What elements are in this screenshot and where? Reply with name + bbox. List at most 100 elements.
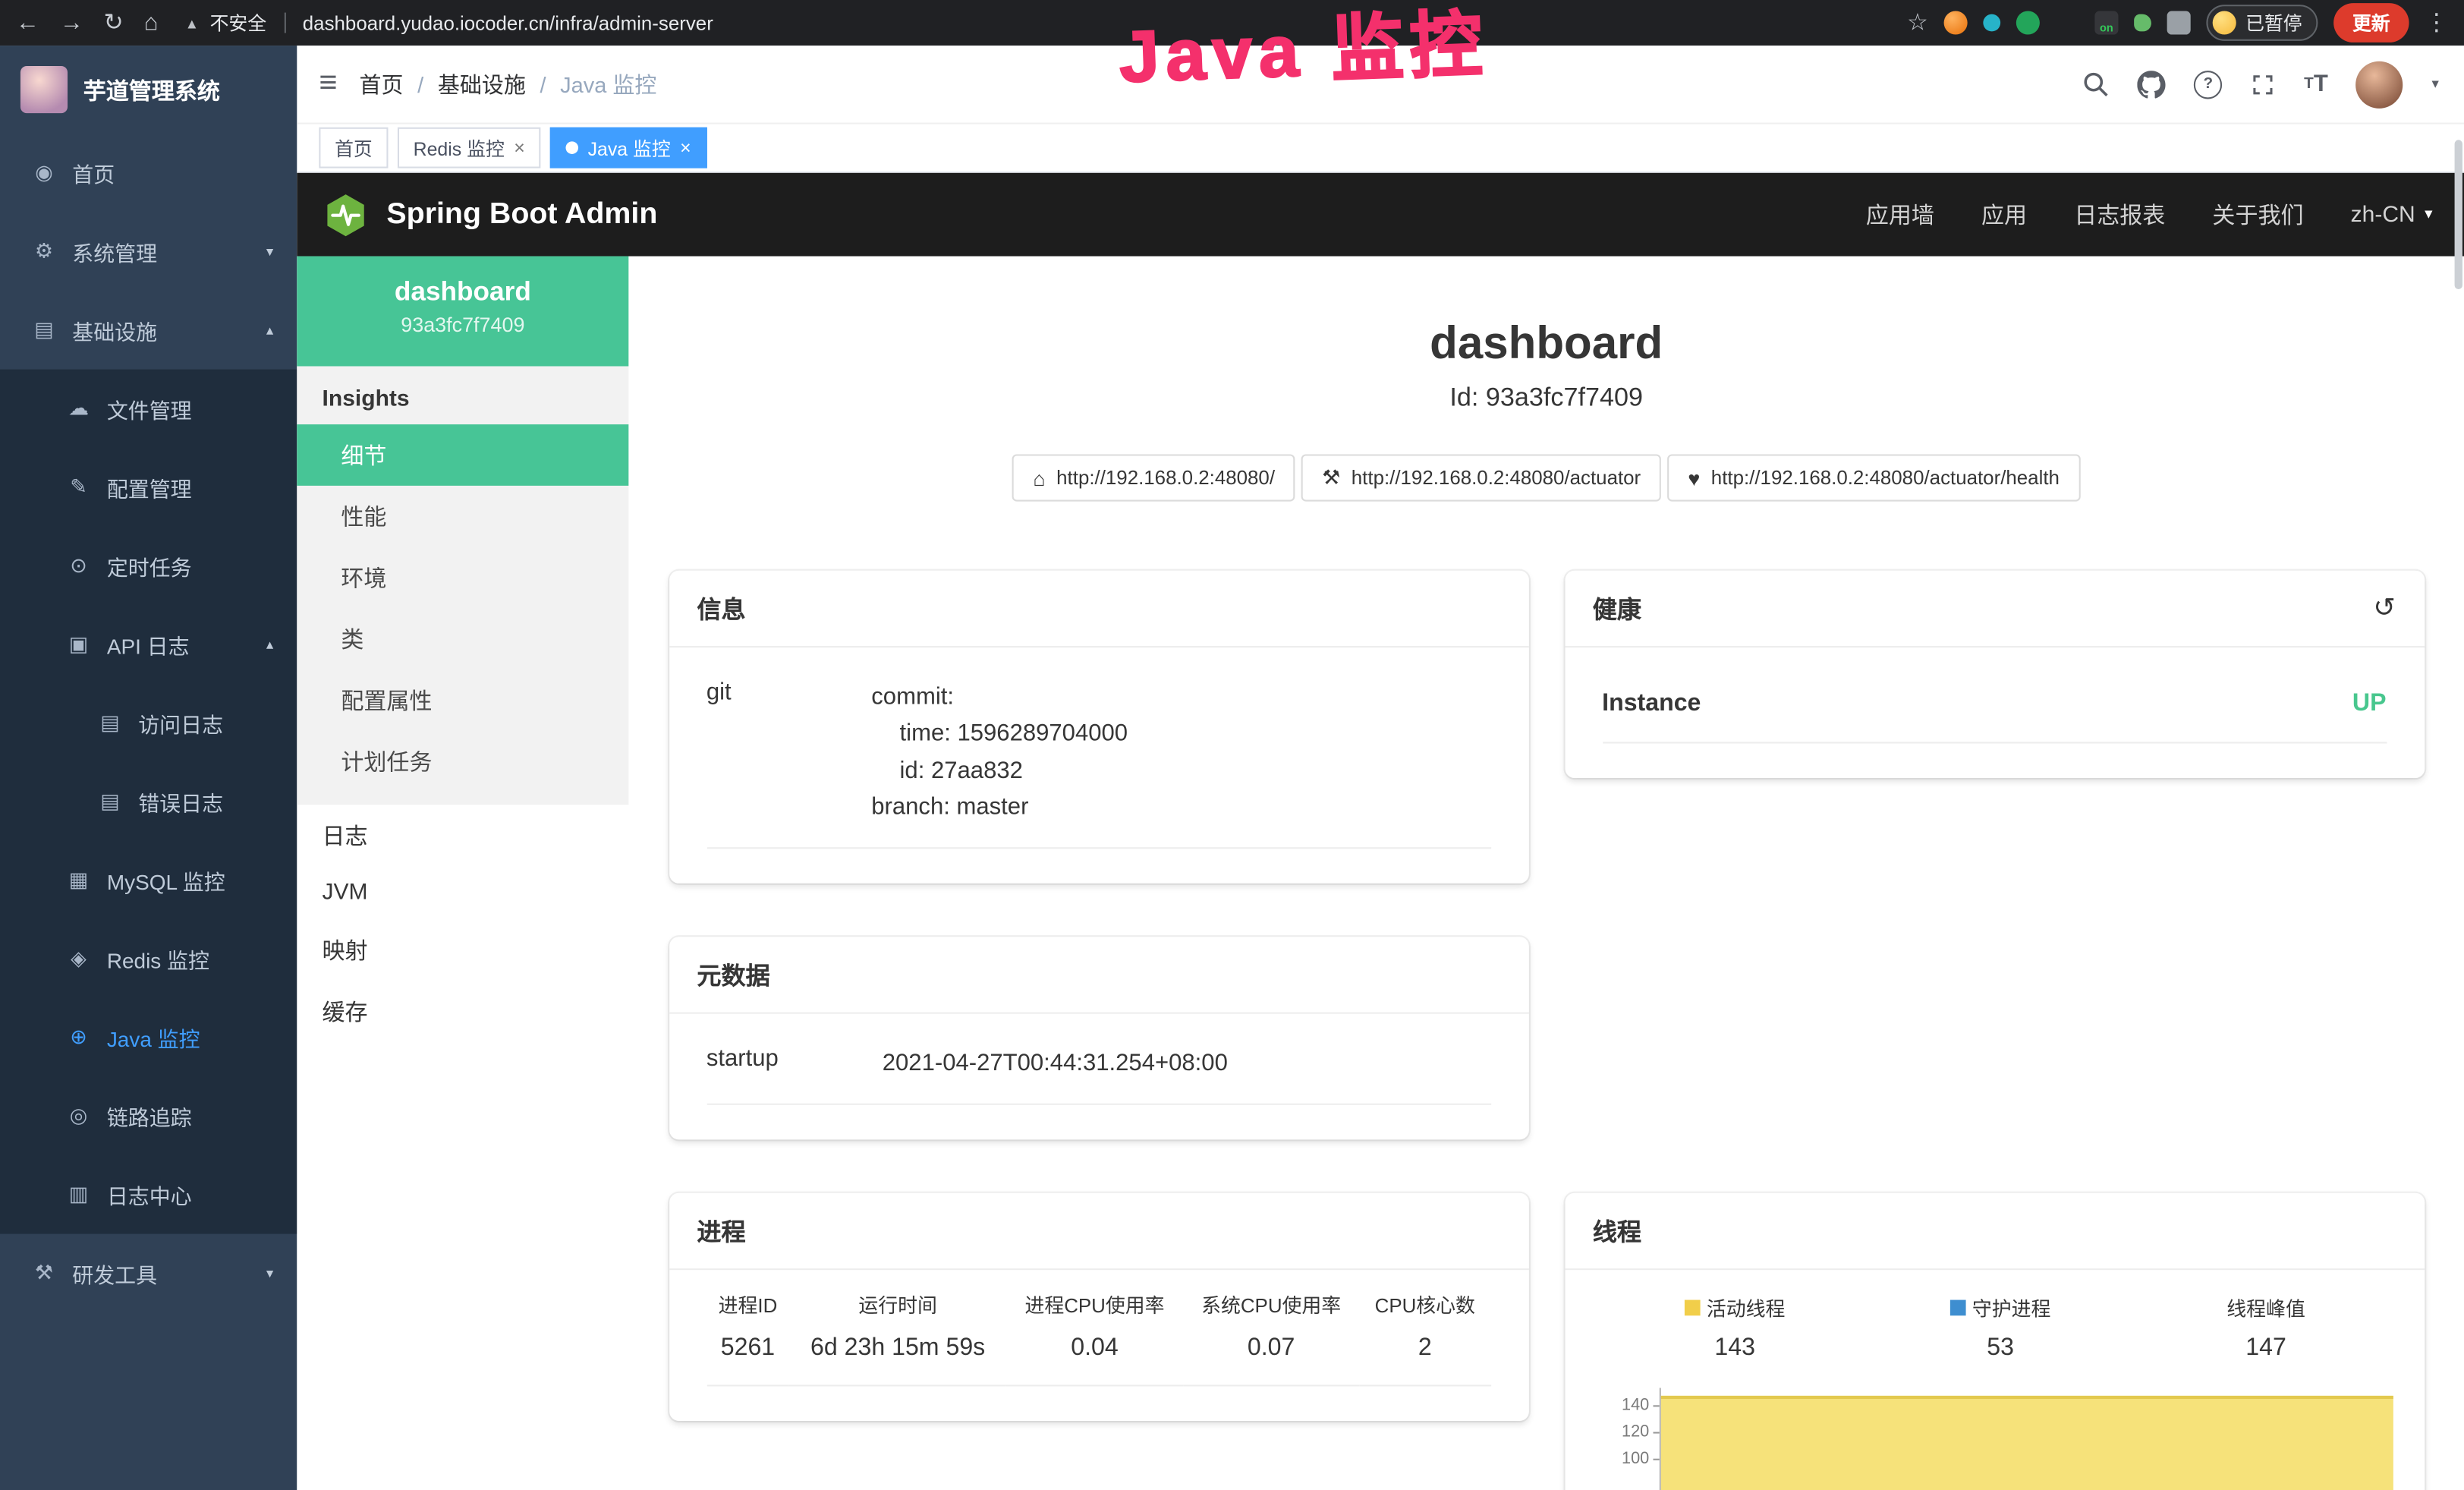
sba-item-details[interactable]: 细节 bbox=[297, 424, 628, 486]
topbar-actions: ? TT ▾ bbox=[2082, 61, 2464, 108]
admin-topbar: ≡ 首页 / 基础设施 / Java 监控 ? bbox=[297, 46, 2464, 124]
close-icon[interactable]: × bbox=[514, 138, 525, 157]
font-size-icon[interactable]: TT bbox=[2304, 71, 2328, 97]
page-title: dashboard bbox=[628, 319, 2464, 370]
scrollbar[interactable] bbox=[2455, 140, 2462, 289]
sba-item-classes[interactable]: 类 bbox=[297, 608, 628, 669]
sba-nav-about[interactable]: 关于我们 bbox=[2212, 198, 2303, 231]
sba-item-jvm[interactable]: JVM bbox=[297, 866, 628, 919]
document-icon: ▤ bbox=[97, 710, 122, 736]
help-icon[interactable]: ? bbox=[2194, 70, 2222, 98]
service-url-button[interactable]: ⌂ http://192.168.0.2:48080/ bbox=[1012, 454, 1295, 501]
process-value: 0.07 bbox=[1183, 1325, 1360, 1386]
sba-nav: 应用墙 应用 日志报表 关于我们 zh-CN ▾ bbox=[1866, 198, 2433, 231]
process-table: 进程ID 运行时间 进程CPU使用率 系统CPU使用率 CPU核心数 bbox=[706, 1277, 1490, 1387]
extension-icon[interactable] bbox=[2134, 14, 2151, 32]
metadata-card-title: 元数据 bbox=[669, 937, 1528, 1013]
cards-grid: 信息 git commit: time: 1596289704000 id: 2 bbox=[669, 571, 2424, 1490]
profile-paused-badge[interactable]: 已暂停 bbox=[2206, 5, 2318, 41]
sidebar-item-error-log[interactable]: ▤ 错误日志 bbox=[0, 762, 297, 841]
extension-icon[interactable] bbox=[1944, 11, 1968, 34]
security-warning-label: 不安全 bbox=[210, 9, 267, 36]
sidebar-item-java[interactable]: ⊕ Java 监控 bbox=[0, 998, 297, 1077]
sidebar-item-log-center[interactable]: ▥ 日志中心 bbox=[0, 1155, 297, 1234]
user-avatar[interactable] bbox=[2356, 61, 2403, 108]
sidebar-item-api-log[interactable]: ▣ API 日志 ▴ bbox=[0, 605, 297, 684]
url-text: dashboard.yudao.iocoder.cn/infra/admin-s… bbox=[303, 12, 713, 34]
process-card-title: 进程 bbox=[669, 1193, 1528, 1270]
extension-grid-icon[interactable] bbox=[2056, 11, 2079, 34]
breadcrumb-current: Java 监控 bbox=[560, 68, 656, 99]
breadcrumb-infra[interactable]: 基础设施 bbox=[438, 68, 526, 99]
extension-on-icon[interactable]: on bbox=[2094, 11, 2118, 34]
process-value: 0.04 bbox=[1006, 1325, 1183, 1386]
refresh-icon[interactable]: ↻ bbox=[104, 11, 124, 34]
sidebar-item-file[interactable]: ☁ 文件管理 bbox=[0, 370, 297, 449]
admin-sidebar: 芋道管理系统 ◉ 首页 ⚙ 系统管理 ▾ ▤ 基础设施 ▴ bbox=[0, 46, 297, 1490]
update-button[interactable]: 更新 bbox=[2333, 3, 2409, 43]
sba-item-metrics[interactable]: 性能 bbox=[297, 486, 628, 547]
sba-item-logs[interactable]: 日志 bbox=[297, 805, 628, 866]
back-icon[interactable]: ← bbox=[16, 11, 39, 34]
breadcrumb-home[interactable]: 首页 bbox=[360, 68, 404, 99]
health-card-title: 健康 bbox=[1593, 591, 1641, 626]
sidebar-item-redis[interactable]: ◈ Redis 监控 bbox=[0, 919, 297, 998]
close-icon[interactable]: × bbox=[680, 138, 691, 157]
legend-swatch-icon bbox=[1950, 1299, 1966, 1315]
health-instance-row: Instance UP bbox=[1602, 669, 2386, 743]
sba-navbar: Spring Boot Admin 应用墙 应用 日志报表 关于我们 zh-CN… bbox=[297, 173, 2464, 257]
sba-nav-applications[interactable]: 应用 bbox=[1981, 198, 2027, 231]
sba-item-scheduled-tasks[interactable]: 计划任务 bbox=[297, 731, 628, 792]
breadcrumb-separator: / bbox=[540, 71, 546, 96]
extensions-puzzle-icon[interactable] bbox=[2167, 11, 2191, 34]
address-divider bbox=[284, 13, 285, 33]
sidebar-item-system[interactable]: ⚙ 系统管理 ▾ bbox=[0, 213, 297, 291]
sidebar-item-job[interactable]: ⊙ 定时任务 bbox=[0, 527, 297, 606]
app-logo[interactable]: 芋道管理系统 bbox=[0, 46, 297, 134]
infra-submenu: ☁ 文件管理 ✎ 配置管理 ⊙ 定时任务 ▣ API 日志 ▴ bbox=[0, 370, 297, 1234]
infra-icon: ▤ bbox=[31, 317, 56, 342]
sba-item-mappings[interactable]: 映射 bbox=[297, 919, 628, 981]
sba-nav-wall[interactable]: 应用墙 bbox=[1866, 198, 1934, 231]
tab-java-monitor[interactable]: Java 监控 × bbox=[550, 128, 706, 169]
sidebar-item-infra[interactable]: ▤ 基础设施 ▴ bbox=[0, 291, 297, 370]
sidebar-item-access-log[interactable]: ▤ 访问日志 bbox=[0, 684, 297, 763]
browser-home-icon[interactable]: ⌂ bbox=[144, 11, 159, 34]
sidebar-item-trace[interactable]: ◎ 链路追踪 bbox=[0, 1076, 297, 1155]
browser-menu-icon[interactable]: ⋮ bbox=[2425, 11, 2448, 34]
history-icon[interactable]: ↺ bbox=[2373, 593, 2396, 624]
process-value: 2 bbox=[1359, 1325, 1490, 1386]
forward-icon[interactable]: → bbox=[60, 11, 83, 34]
actuator-url-button[interactable]: ⚒ http://192.168.0.2:48080/actuator bbox=[1301, 454, 1661, 501]
profile-avatar-icon bbox=[2213, 11, 2236, 34]
locale-selector[interactable]: zh-CN ▾ bbox=[2351, 202, 2433, 227]
extension-icon[interactable] bbox=[1983, 14, 2000, 32]
spring-boot-admin: Spring Boot Admin 应用墙 应用 日志报表 关于我们 zh-CN… bbox=[297, 173, 2464, 1490]
sba-item-environment[interactable]: 环境 bbox=[297, 547, 628, 609]
sidebar-item-config[interactable]: ✎ 配置管理 bbox=[0, 448, 297, 527]
extension-icon[interactable] bbox=[2016, 11, 2040, 34]
github-icon[interactable] bbox=[2138, 70, 2166, 98]
gear-icon: ⚙ bbox=[31, 239, 56, 264]
sba-brand[interactable]: Spring Boot Admin bbox=[323, 191, 658, 238]
hamburger-icon[interactable]: ≡ bbox=[297, 66, 359, 102]
sidebar-item-home[interactable]: ◉ 首页 bbox=[0, 134, 297, 213]
search-icon[interactable] bbox=[2082, 71, 2109, 97]
health-url-button[interactable]: ♥ http://192.168.0.2:48080/actuator/heal… bbox=[1667, 454, 2079, 501]
sba-nav-journal[interactable]: 日志报表 bbox=[2074, 198, 2165, 231]
sidebar-item-dev-tools[interactable]: ⚒ 研发工具 ▾ bbox=[0, 1234, 297, 1313]
tab-redis-monitor[interactable]: Redis 监控 × bbox=[398, 128, 541, 169]
redis-icon: ◈ bbox=[66, 947, 91, 972]
sidebar-item-mysql[interactable]: ▦ MySQL 监控 bbox=[0, 841, 297, 920]
sba-item-config-props[interactable]: 配置属性 bbox=[297, 669, 628, 731]
sba-item-caches[interactable]: 缓存 bbox=[297, 981, 628, 1042]
document-icon: ▣ bbox=[66, 632, 91, 657]
bookmark-star-icon[interactable]: ☆ bbox=[1907, 11, 1928, 34]
fullscreen-icon[interactable] bbox=[2251, 71, 2276, 96]
process-col-header: 系统CPU使用率 bbox=[1183, 1277, 1360, 1325]
address-bar[interactable]: ▲ 不安全 dashboard.yudao.iocoder.cn/infra/a… bbox=[185, 9, 1887, 36]
avatar-caret-icon[interactable]: ▾ bbox=[2431, 75, 2438, 93]
sba-instance-header[interactable]: dashboard 93a3fc7f7409 bbox=[297, 257, 628, 367]
tab-home[interactable]: 首页 bbox=[319, 128, 388, 169]
metadata-card: 元数据 startup 2021-04-27T00:44:31.254+08:0… bbox=[669, 937, 1528, 1140]
